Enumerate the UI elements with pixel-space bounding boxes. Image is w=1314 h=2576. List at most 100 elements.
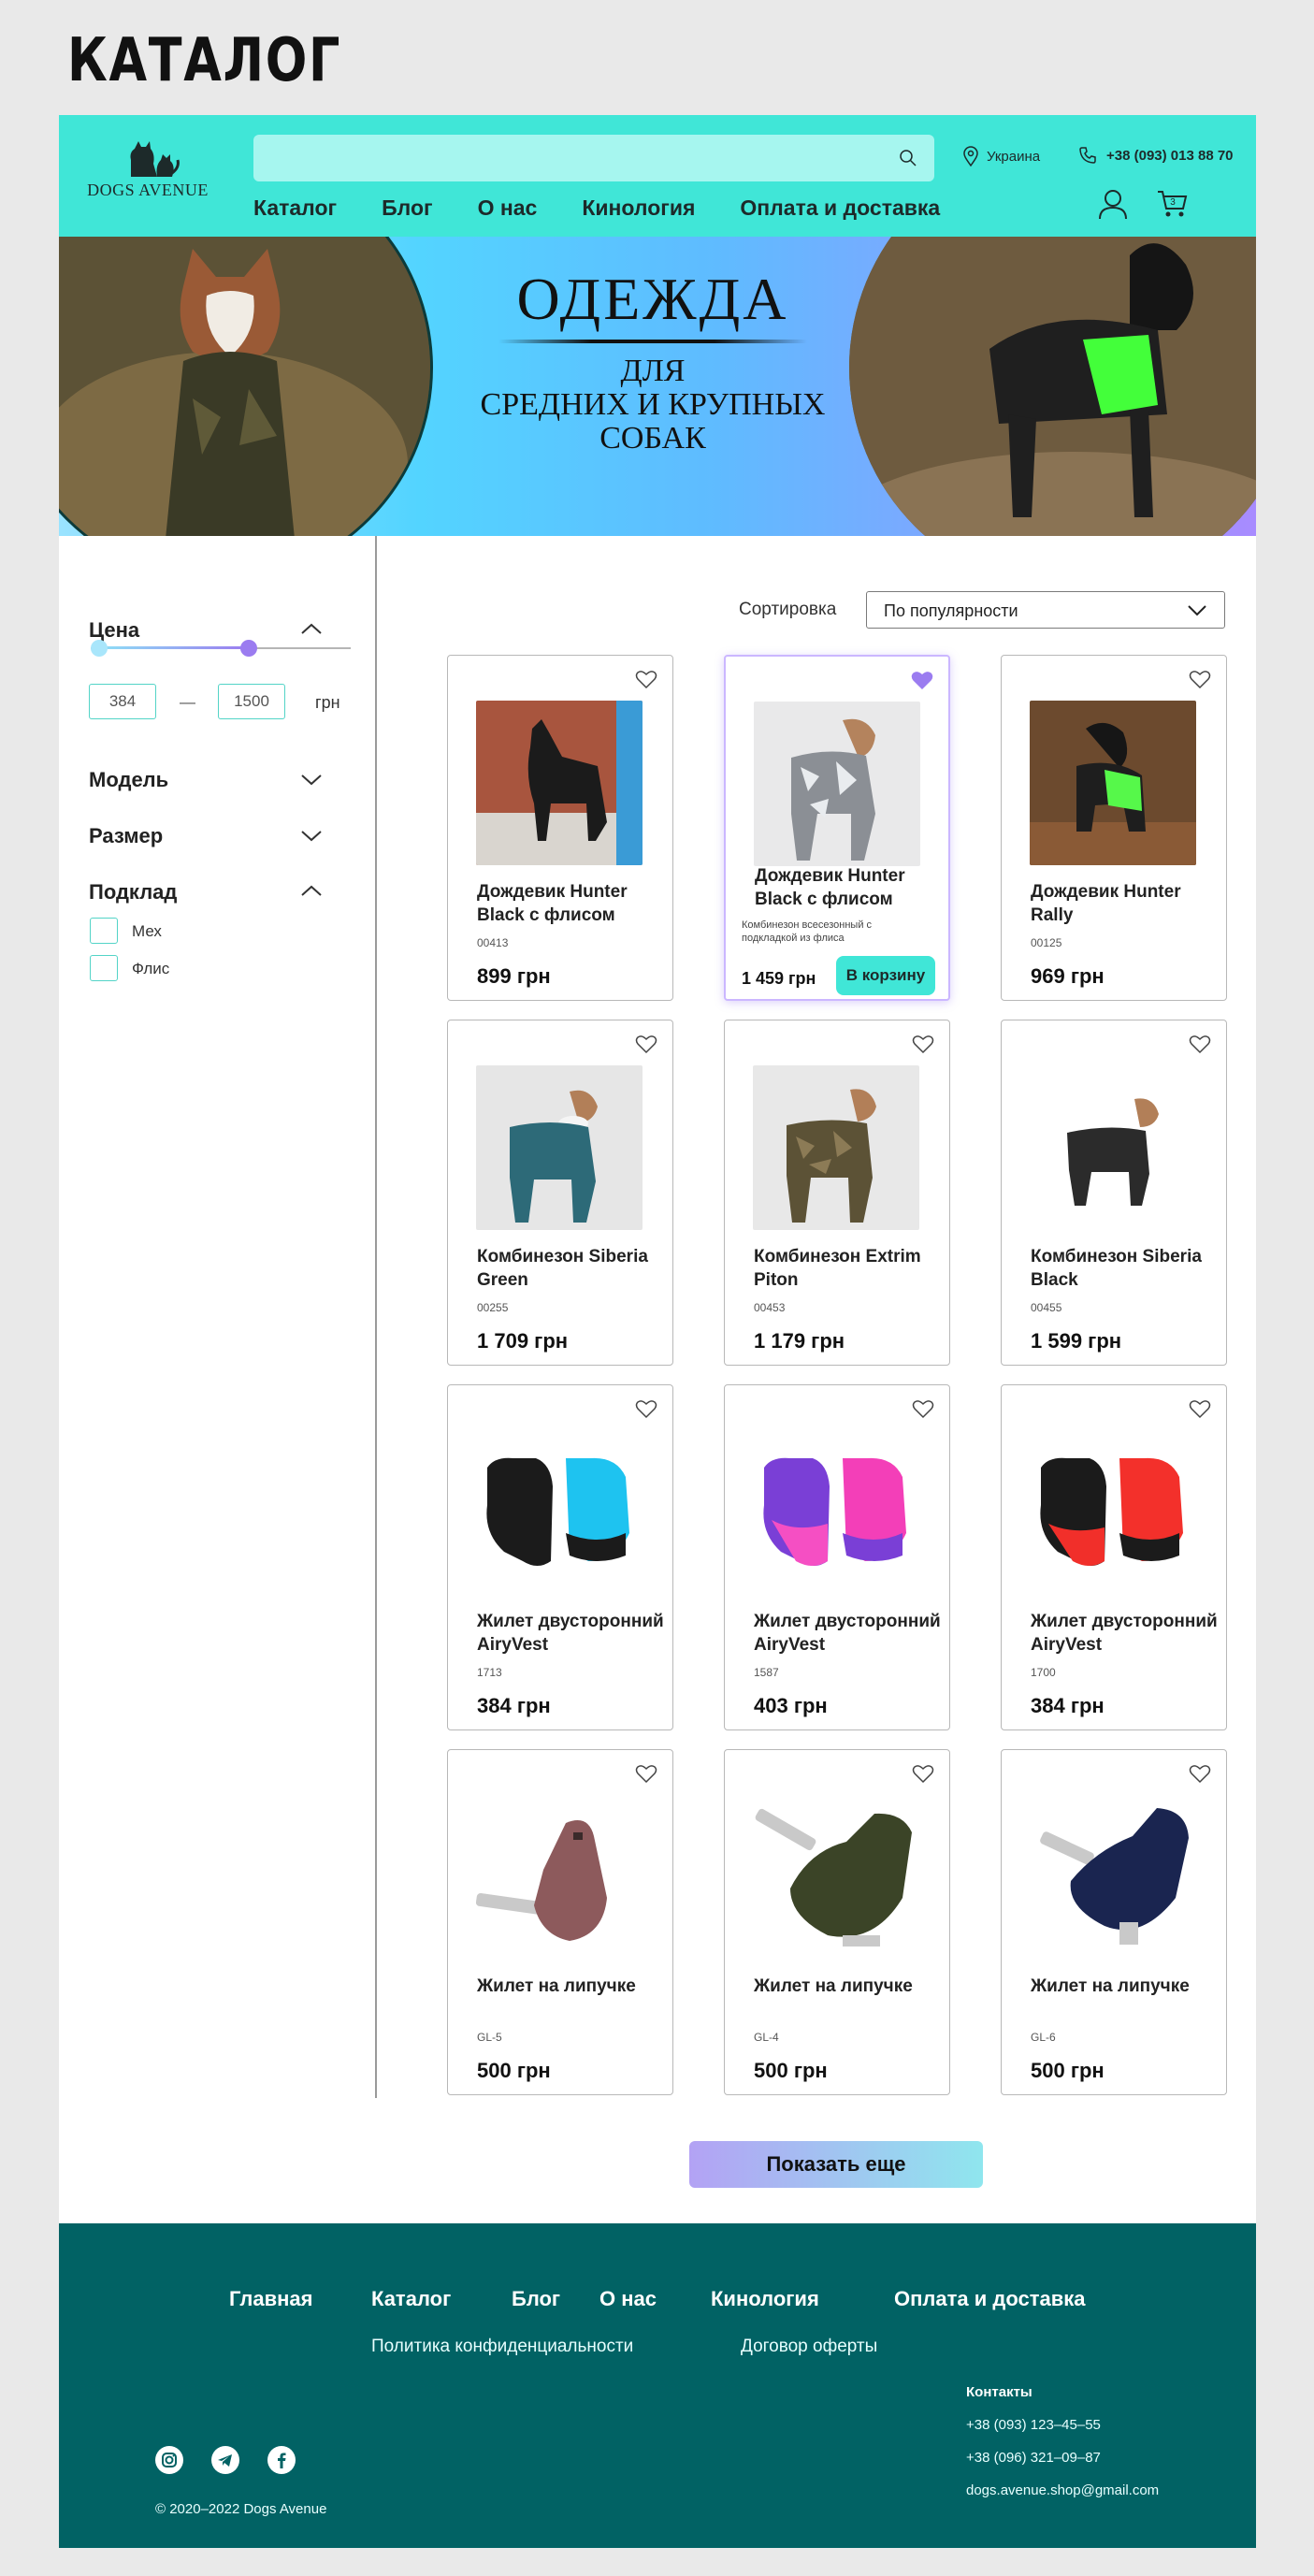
product-card[interactable]: Жилет на липучке GL-4 500 грн [724,1749,950,2095]
price-max-input[interactable]: 1500 [218,684,285,719]
product-name[interactable]: Жилет на липучке [1031,1975,1218,1998]
product-card[interactable]: Жилет двусторонний AiryVest 1587 403 грн [724,1384,950,1730]
logo[interactable]: DOGS AVENUE [87,136,209,200]
product-image[interactable] [1030,1065,1196,1230]
footer-nav-catalog[interactable]: Каталог [371,2287,451,2311]
filter-lining-title: Подклад [89,880,178,904]
product-name[interactable]: Жилет на липучке [754,1975,941,1998]
location[interactable]: Украина [962,146,1040,166]
telegram-icon[interactable] [211,2446,239,2474]
product-image[interactable] [476,701,643,865]
price-slider[interactable] [91,640,351,657]
product-image[interactable] [476,1795,643,1960]
privacy-policy-link[interactable]: Политика конфиденциальности [371,2337,633,2357]
product-card[interactable]: Жилет двусторонний AiryVest 1700 384 грн [1001,1384,1227,1730]
show-more-button[interactable]: Показать еще [689,2141,983,2188]
product-name[interactable]: Жилет двусторонний AiryVest [477,1610,664,1657]
chevron-down-icon[interactable] [300,830,323,843]
product-name[interactable]: Дождевик Hunter Rally [1031,880,1218,927]
lining-fleece-checkbox[interactable] [90,955,118,981]
chevron-up-icon[interactable] [300,622,323,635]
product-card[interactable]: Жилет на липучке GL-6 500 грн [1001,1749,1227,2095]
heart-filled-icon[interactable] [911,670,933,690]
footer-nav-blog[interactable]: Блог [512,2287,560,2311]
page-heading: КАТАЛОГ [67,26,342,95]
filter-lining-header[interactable]: Подклад [89,880,177,904]
product-name[interactable]: Жилет на липучке [477,1975,664,1998]
banner-subtitle-3: СОБАК [599,421,706,456]
product-image[interactable] [754,702,920,866]
footer-nav-payment-delivery[interactable]: Оплата и доставка [894,2287,1086,2311]
product-name[interactable]: Комбинезон Extrim Piton [754,1245,941,1292]
heart-icon[interactable] [1189,1034,1211,1054]
contact-phone-2[interactable]: +38 (096) 321–09–87 [966,2441,1159,2474]
heart-icon[interactable] [1189,1763,1211,1784]
price-min-input[interactable]: 384 [89,684,156,719]
product-image[interactable] [476,1065,643,1230]
product-name[interactable]: Дождевик Hunter Black с флисом [755,864,942,911]
cart-button[interactable]: 3 [1157,188,1189,224]
product-card[interactable]: Комбинезон Siberia Green 00255 1 709 грн [447,1020,673,1366]
nav-catalog[interactable]: Каталог [253,195,337,221]
footer-nav-cynology[interactable]: Кинология [711,2287,819,2311]
footer-nav-about[interactable]: О нас [599,2287,657,2311]
product-card[interactable]: Жилет на липучке GL-5 500 грн [447,1749,673,2095]
product-card[interactable]: Дождевик Hunter Black с флисом Комбинезо… [724,655,950,1001]
product-name[interactable]: Комбинезон Siberia Green [477,1245,664,1292]
facebook-icon[interactable] [267,2446,296,2474]
heart-icon[interactable] [635,1763,657,1784]
heart-icon[interactable] [635,669,657,689]
heart-icon[interactable] [635,1034,657,1054]
product-image[interactable] [753,1430,919,1595]
heart-icon[interactable] [912,1398,934,1419]
product-card[interactable]: Дождевик Hunter Black с флисом 00413 899… [447,655,673,1001]
product-card[interactable]: Дождевик Hunter Rally 00125 969 грн [1001,655,1227,1001]
user-account-icon[interactable] [1097,188,1129,220]
product-name[interactable]: Жилет двусторонний AiryVest [754,1610,941,1657]
heart-icon[interactable] [1189,669,1211,689]
product-image[interactable] [753,1065,919,1230]
contact-phone-1[interactable]: +38 (093) 123–45–55 [966,2409,1159,2441]
instagram-icon[interactable] [155,2446,183,2474]
main-nav: Каталог Блог О нас Кинология Оплата и до… [253,195,985,221]
nav-blog[interactable]: Блог [382,195,432,221]
heart-icon[interactable] [635,1398,657,1419]
sort-select[interactable]: По популярности [866,591,1225,629]
product-image[interactable] [753,1795,919,1960]
search-input[interactable] [253,135,934,181]
contact-email[interactable]: dogs.avenue.shop@gmail.com [966,2474,1159,2507]
product-image[interactable] [1030,1430,1196,1595]
nav-about[interactable]: О нас [478,195,538,221]
product-card[interactable]: Комбинезон Extrim Piton 00453 1 179 грн [724,1020,950,1366]
heart-icon[interactable] [912,1763,934,1784]
phone[interactable]: +38 (093) 013 88 70 [1078,146,1234,165]
lining-fur-checkbox[interactable] [90,918,118,944]
filter-model-header[interactable]: Модель [89,768,168,792]
heart-icon[interactable] [1189,1398,1211,1419]
product-image[interactable] [1030,701,1196,865]
chevron-down-icon[interactable] [300,774,323,787]
product-card[interactable]: Жилет двусторонний AiryVest 1713 384 грн [447,1384,673,1730]
product-name[interactable]: Комбинезон Siberia Black [1031,1245,1218,1292]
offer-agreement-link[interactable]: Договор оферты [741,2337,877,2357]
price-slider-max-handle[interactable] [240,640,257,657]
filter-size-header[interactable]: Размер [89,824,163,848]
nav-cynology[interactable]: Кинология [582,195,695,221]
product-card[interactable]: Комбинезон Siberia Black 00455 1 599 грн [1001,1020,1227,1366]
price-slider-min-handle[interactable] [91,640,108,657]
product-price: 969 грн [1031,964,1105,988]
search-icon[interactable] [899,149,917,167]
promo-banner[interactable]: ОДЕЖДА ДЛЯ СРЕДНИХ И КРУПНЫХ СОБАК [59,237,1256,536]
nav-payment-delivery[interactable]: Оплата и доставка [740,195,940,221]
filter-price-header[interactable]: Цена [89,618,139,643]
chevron-up-icon[interactable] [300,884,323,897]
product-image[interactable] [1030,1795,1196,1960]
product-name[interactable]: Дождевик Hunter Black с флисом [477,880,664,927]
product-image[interactable] [476,1430,643,1595]
copyright: © 2020–2022 Dogs Avenue [155,2501,327,2517]
footer-nav-home[interactable]: Главная [229,2287,312,2311]
product-name[interactable]: Жилет двусторонний AiryVest [1031,1610,1218,1657]
add-to-cart-button[interactable]: В корзину [836,956,935,995]
heart-icon[interactable] [912,1034,934,1054]
product-description: Комбинезон всесезонный с подкладкой из ф… [742,919,873,944]
